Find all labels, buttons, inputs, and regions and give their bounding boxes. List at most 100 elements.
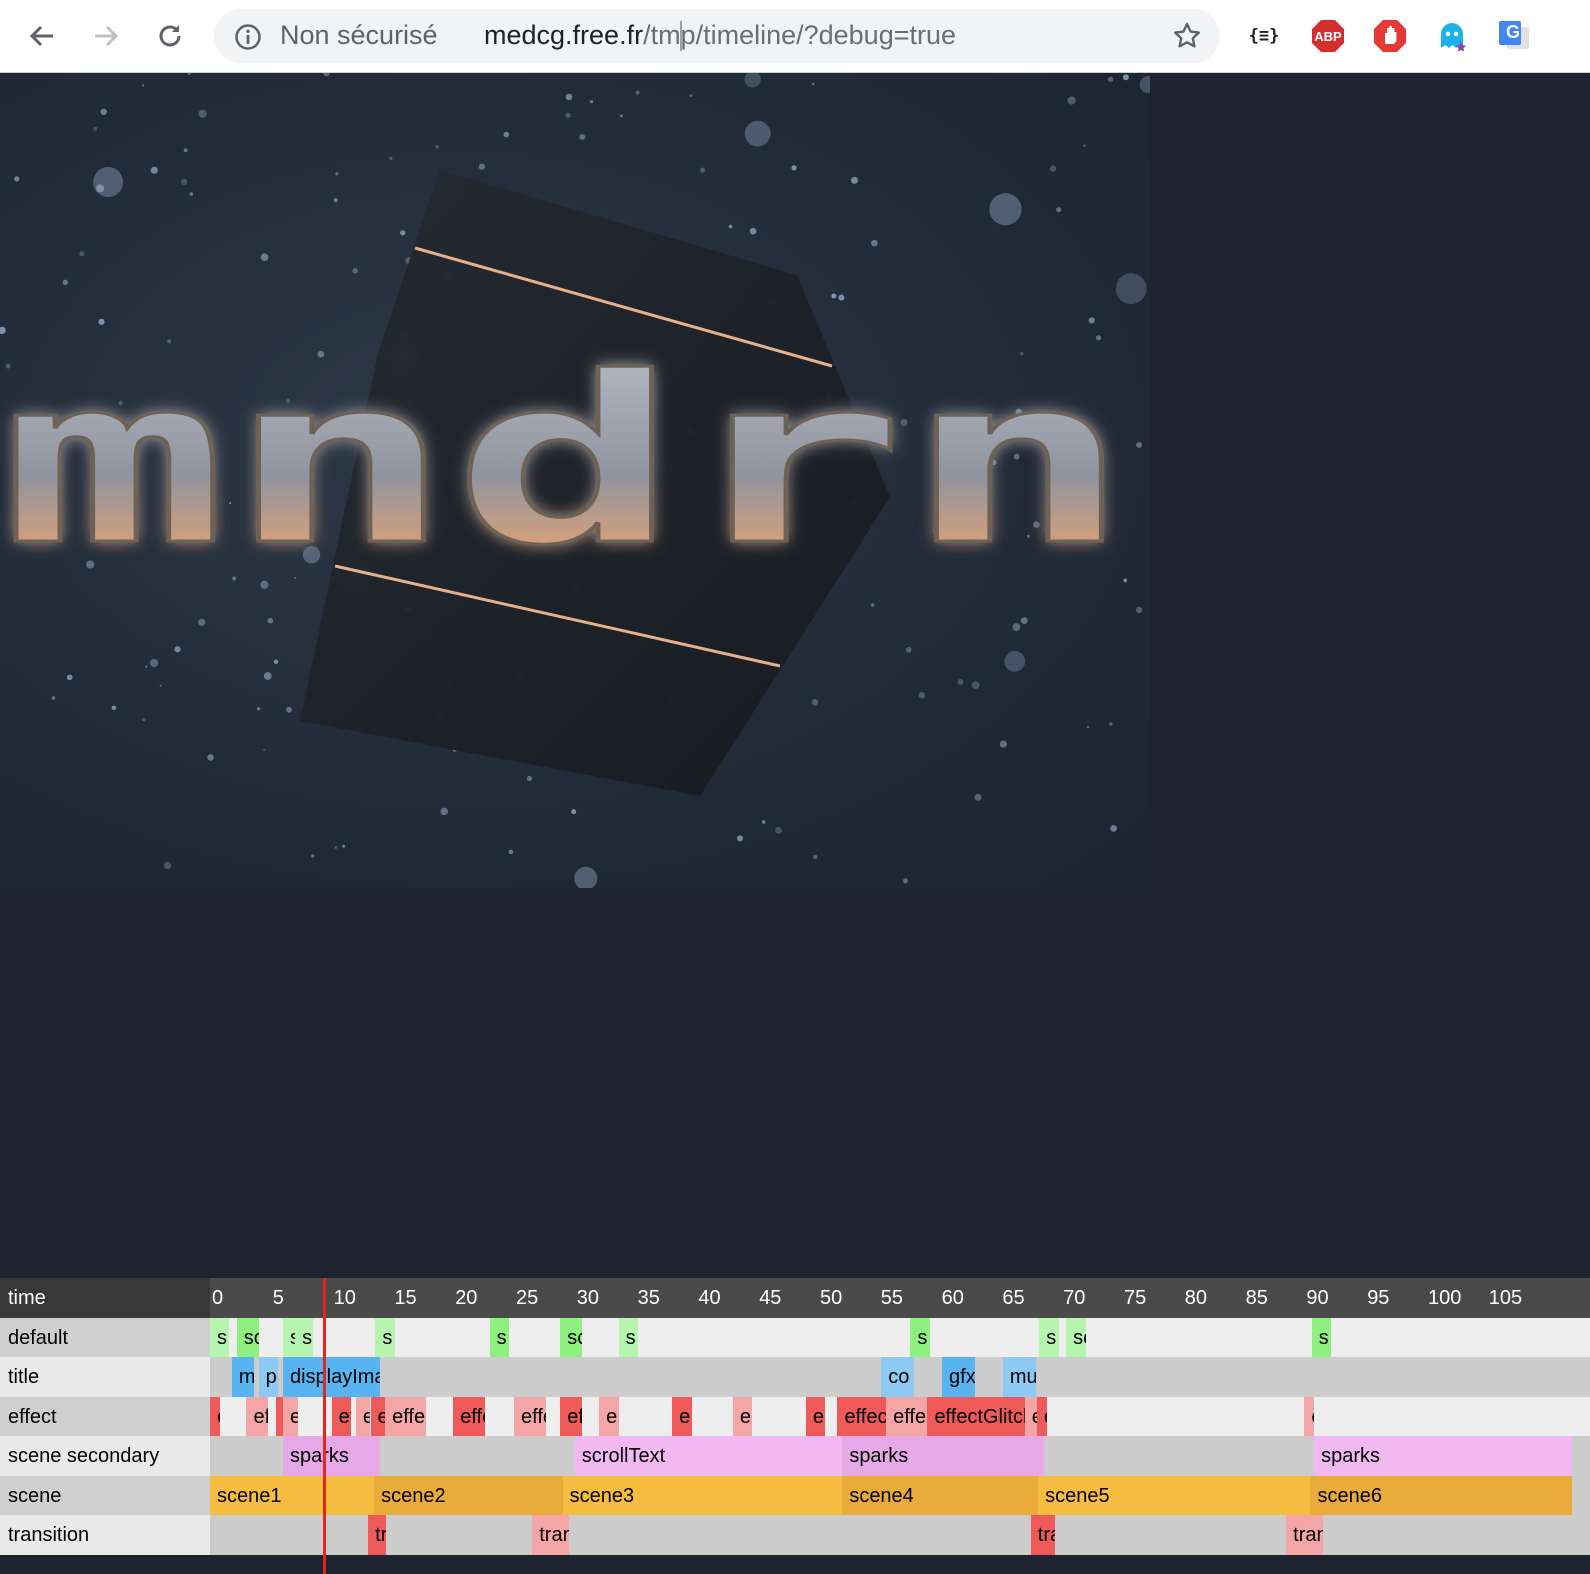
timeline-clip[interactable]: tra (1030, 1515, 1056, 1555)
back-button[interactable] (20, 14, 64, 58)
timeline-clip[interactable]: effect (837, 1396, 887, 1436)
particle (571, 809, 577, 815)
timeline-clip[interactable]: sc (560, 1317, 583, 1357)
timeline-clip[interactable]: displayIma (282, 1357, 381, 1397)
timeline-clip[interactable]: effect (453, 1396, 485, 1436)
timeline-clip[interactable]: sparks (1314, 1436, 1572, 1476)
stop-hand-extension-icon[interactable] (1370, 16, 1410, 56)
bookmark-star-icon[interactable] (1172, 21, 1202, 51)
particle (150, 166, 158, 174)
timeline-clip[interactable]: e (282, 1396, 298, 1436)
playhead[interactable] (323, 1278, 326, 1574)
timeline-clip[interactable]: s (210, 1317, 230, 1357)
particle (1020, 617, 1028, 625)
particle (286, 706, 292, 713)
timeline-clip[interactable]: scene4 (842, 1475, 1039, 1515)
forward-button[interactable] (84, 14, 128, 58)
track-row-effect: effecteefeeefeeeffecteffecteffectefeeeee… (0, 1396, 1590, 1436)
particle (440, 807, 449, 816)
timeline-clip[interactable]: tr (368, 1515, 387, 1555)
reload-button[interactable] (148, 14, 192, 58)
particle (1012, 623, 1021, 631)
particle (14, 176, 20, 182)
timeline-clip[interactable]: ef (331, 1396, 352, 1436)
timeline-clip[interactable]: e (275, 1396, 283, 1436)
timeline-clip[interactable]: scene1 (210, 1475, 375, 1515)
particle (728, 224, 733, 229)
json-formatter-extension-icon[interactable]: {≡} (1244, 16, 1284, 56)
timeline-clip[interactable]: s (489, 1317, 510, 1357)
reload-icon (159, 25, 181, 47)
timeline-clip[interactable]: scene3 (562, 1475, 843, 1515)
timeline-clip[interactable]: ef (560, 1396, 583, 1436)
timeline-clip[interactable]: s (375, 1317, 395, 1357)
timeline-clip[interactable]: co (881, 1357, 915, 1397)
timeline-clip[interactable]: gfx (942, 1357, 975, 1397)
time-tick: 30 (576, 1287, 600, 1309)
track-lane: m p displayIma co gfx mu (210, 1357, 1590, 1397)
timeline-clip[interactable]: e (599, 1396, 619, 1436)
stop-hand-icon (1374, 20, 1406, 52)
security-label[interactable]: Non sécurisé (280, 20, 438, 51)
timeline-clip[interactable]: s (1311, 1317, 1332, 1357)
particle (579, 134, 586, 140)
particle (871, 239, 878, 247)
timeline-clip[interactable]: s (910, 1317, 930, 1357)
timeline-clip[interactable]: s (1039, 1317, 1059, 1357)
info-icon[interactable] (234, 23, 262, 51)
timeline-clip[interactable]: effect (886, 1396, 928, 1436)
adblock-plus-extension-icon[interactable]: ABP (1308, 16, 1348, 56)
timeline-clip[interactable]: e (370, 1396, 386, 1436)
particle (93, 126, 98, 131)
timeline-clip[interactable]: effect (514, 1396, 546, 1436)
particle (749, 227, 757, 235)
timeline-clip[interactable]: m (231, 1357, 254, 1397)
timeline-clip[interactable]: effect (385, 1396, 427, 1436)
time-tick: 0 (212, 1287, 224, 1309)
google-translate-extension-icon[interactable]: G (1494, 16, 1534, 56)
timeline-clip[interactable]: sc (1066, 1317, 1086, 1357)
track-row-scene-secondary: scene secondary sparks scrollText sparks spa… (0, 1436, 1590, 1476)
timeline-clip[interactable]: mu (1002, 1357, 1036, 1397)
timeline-clip[interactable]: p (258, 1357, 279, 1397)
time-ruler[interactable]: 0 5 10 15 20 25 30 35 40 45 50 55 60 65 70 75 80 85 90 95 10… (210, 1278, 1590, 1318)
particle (257, 707, 261, 711)
url-text[interactable]: medcg.free.fr/tmp/timeline/?debug=true (484, 20, 956, 51)
timeline-clip[interactable]: scene5 (1038, 1475, 1311, 1515)
timeline-clip[interactable]: tran (532, 1515, 569, 1555)
timeline-clip[interactable]: s (282, 1317, 296, 1357)
particle (831, 293, 837, 299)
timeline-clip[interactable]: sc (236, 1317, 259, 1357)
timeline-clip[interactable]: effectGlitch (927, 1396, 1025, 1436)
timeline-clip[interactable]: sc (295, 1317, 314, 1357)
timeline-clip[interactable]: sparks (282, 1436, 381, 1476)
timeline-clip[interactable]: e (210, 1396, 220, 1436)
timeline-clip[interactable]: tran (1286, 1515, 1323, 1555)
timeline-clip[interactable]: scrollText (574, 1436, 843, 1476)
timeline-clip[interactable]: s (618, 1317, 639, 1357)
particle (775, 827, 782, 834)
particle (918, 692, 925, 699)
particle (1107, 76, 1114, 82)
particle (1110, 825, 1117, 832)
timeline-clip[interactable]: scene2 (374, 1475, 563, 1515)
timeline-clip[interactable]: e (1024, 1396, 1037, 1436)
timeline-clip[interactable]: ef (246, 1396, 269, 1436)
demo-canvas[interactable]: mndrn (0, 73, 1150, 888)
timeline-clip[interactable]: e (732, 1396, 753, 1436)
timeline-clip[interactable]: e (355, 1396, 371, 1436)
particle (813, 854, 818, 859)
ghostery-extension-icon[interactable] (1432, 16, 1472, 56)
timeline-clip[interactable]: sparks (842, 1436, 1045, 1476)
particle (181, 178, 188, 185)
particle (478, 163, 485, 170)
address-bar[interactable]: Non sécurisé medcg.free.fr/tmp/timeline/… (214, 9, 1220, 63)
timeline-clip[interactable]: scene6 (1310, 1475, 1572, 1515)
time-tick: 25 (516, 1287, 539, 1309)
particle (1056, 207, 1062, 213)
timeline-clip[interactable]: e (672, 1396, 692, 1436)
timeline-clip[interactable]: e (1304, 1396, 1315, 1436)
timeline-clip[interactable]: e (1036, 1396, 1047, 1436)
time-tick: 95 (1367, 1287, 1390, 1309)
timeline-clip[interactable]: e (805, 1396, 826, 1436)
